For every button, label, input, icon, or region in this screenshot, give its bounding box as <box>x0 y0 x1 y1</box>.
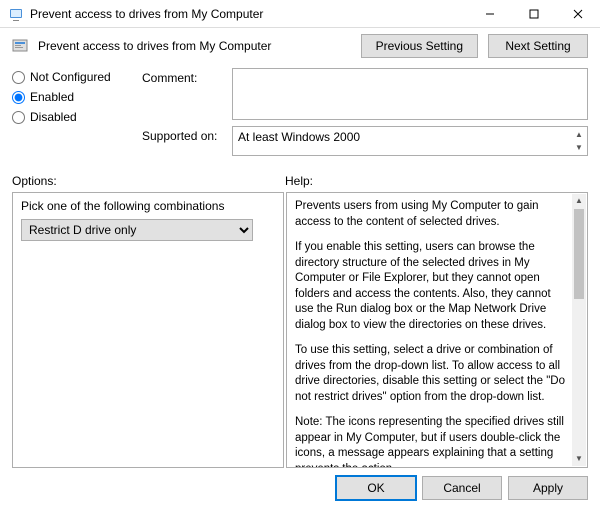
split-panes: Pick one of the following combinations R… <box>0 192 600 468</box>
options-pane: Pick one of the following combinations R… <box>12 192 284 468</box>
scroll-thumb[interactable] <box>574 209 584 299</box>
scroll-track[interactable] <box>572 300 586 452</box>
scroll-down-icon[interactable]: ▼ <box>572 452 586 466</box>
radio-disabled-input[interactable] <box>12 111 25 124</box>
chevron-down-icon[interactable]: ▼ <box>572 141 586 154</box>
help-heading: Help: <box>285 174 588 188</box>
help-scrollbar[interactable]: ▲ ▼ <box>572 194 586 466</box>
radio-not-configured[interactable]: Not Configured <box>12 70 142 84</box>
ok-button[interactable]: OK <box>336 476 416 500</box>
help-paragraph: To use this setting, select a drive or c… <box>295 343 571 405</box>
config-row: Not Configured Enabled Disabled Comment:… <box>0 68 600 162</box>
state-radio-group: Not Configured Enabled Disabled <box>12 68 142 162</box>
comment-row: Comment: <box>142 68 588 120</box>
minimize-button[interactable] <box>468 0 512 28</box>
field-column: Comment: Supported on: At least Windows … <box>142 68 588 162</box>
split-labels: Options: Help: <box>0 162 600 192</box>
drive-restrict-select[interactable]: Restrict D drive only <box>21 219 253 241</box>
help-paragraph: Note: The icons representing the specifi… <box>295 415 571 468</box>
supported-row: Supported on: At least Windows 2000 ▲ ▼ <box>142 126 588 156</box>
window-title: Prevent access to drives from My Compute… <box>30 7 468 21</box>
header-row: Prevent access to drives from My Compute… <box>0 28 600 68</box>
help-paragraph: Prevents users from using My Computer to… <box>295 199 571 230</box>
supported-label: Supported on: <box>142 126 232 156</box>
previous-setting-button[interactable]: Previous Setting <box>361 34 478 58</box>
radio-disabled-label: Disabled <box>30 110 77 124</box>
supported-value: At least Windows 2000 <box>238 130 360 144</box>
app-icon <box>8 6 24 22</box>
radio-disabled[interactable]: Disabled <box>12 110 142 124</box>
comment-label: Comment: <box>142 68 232 120</box>
dialog-buttons: OK Cancel Apply <box>0 468 600 508</box>
supported-spin: ▲ ▼ <box>572 128 586 154</box>
comment-field[interactable] <box>232 68 588 120</box>
chevron-up-icon[interactable]: ▲ <box>572 128 586 141</box>
scroll-up-icon[interactable]: ▲ <box>572 194 586 208</box>
maximize-button[interactable] <box>512 0 556 28</box>
radio-enabled[interactable]: Enabled <box>12 90 142 104</box>
window-controls <box>468 0 600 28</box>
supported-field: At least Windows 2000 ▲ ▼ <box>232 126 588 156</box>
radio-enabled-label: Enabled <box>30 90 74 104</box>
radio-not-configured-input[interactable] <box>12 71 25 84</box>
combo-label: Pick one of the following combinations <box>21 199 275 213</box>
titlebar: Prevent access to drives from My Compute… <box>0 0 600 28</box>
options-heading: Options: <box>12 174 285 188</box>
header-title: Prevent access to drives from My Compute… <box>38 39 351 53</box>
radio-not-configured-label: Not Configured <box>30 70 111 84</box>
next-setting-button[interactable]: Next Setting <box>488 34 588 58</box>
cancel-button[interactable]: Cancel <box>422 476 502 500</box>
help-pane: Prevents users from using My Computer to… <box>286 192 588 468</box>
policy-icon <box>12 38 28 54</box>
close-button[interactable] <box>556 0 600 28</box>
apply-button[interactable]: Apply <box>508 476 588 500</box>
radio-enabled-input[interactable] <box>12 91 25 104</box>
help-paragraph: If you enable this setting, users can br… <box>295 240 571 333</box>
